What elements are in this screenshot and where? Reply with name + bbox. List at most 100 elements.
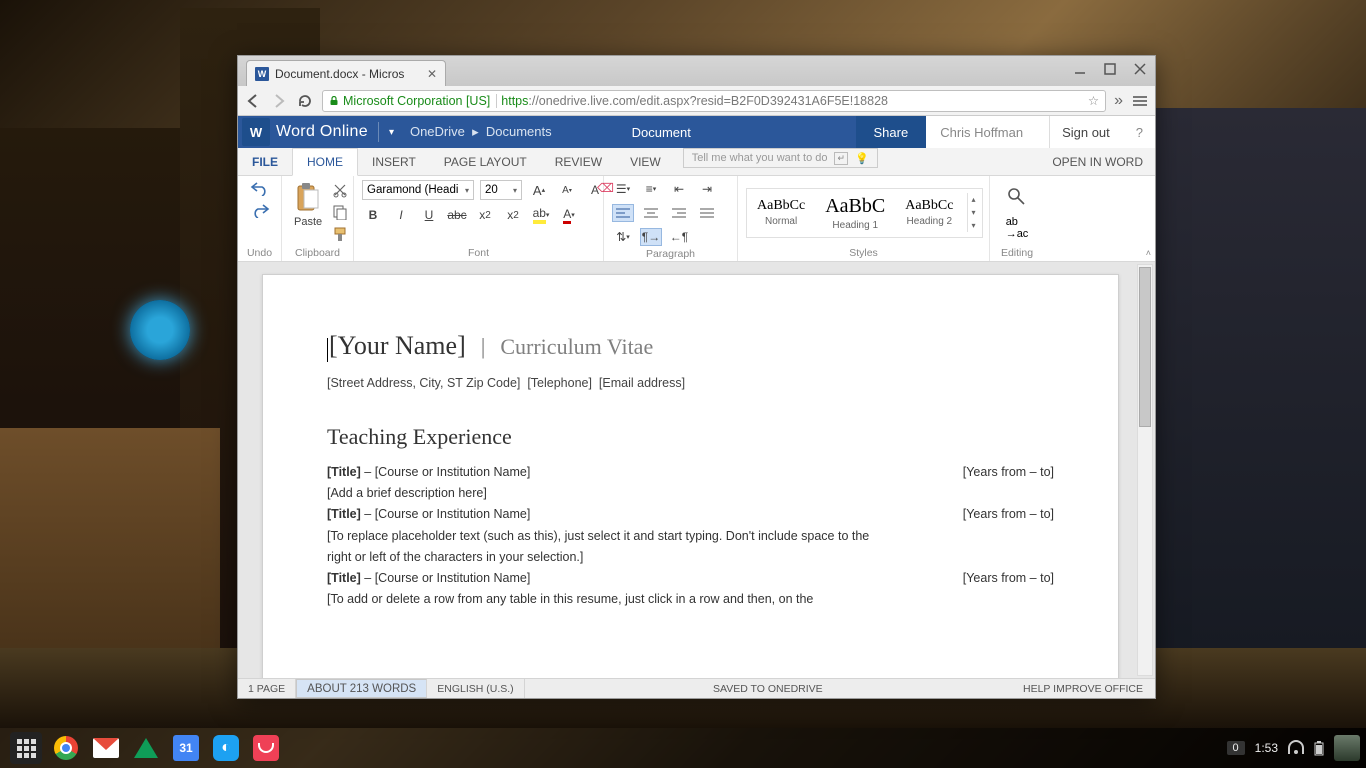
tab-review[interactable]: REVIEW bbox=[541, 148, 616, 175]
app-launcher-button[interactable] bbox=[10, 732, 42, 764]
circle-app-icon[interactable]: ◐ bbox=[210, 732, 242, 764]
document-canvas[interactable]: [Your Name] | Curriculum Vitae [Street A… bbox=[238, 262, 1155, 678]
bookmark-star-icon[interactable]: ☆ bbox=[1088, 93, 1099, 108]
bold-button[interactable]: B bbox=[362, 206, 384, 224]
calendar-app-icon[interactable]: 31 bbox=[170, 732, 202, 764]
cv-entry[interactable]: [Title] – [Course or Institution Name] [… bbox=[327, 504, 1054, 525]
share-button[interactable]: Share bbox=[856, 116, 927, 148]
open-in-word-button[interactable]: OPEN IN WORD bbox=[1040, 148, 1155, 175]
wifi-icon[interactable] bbox=[1288, 742, 1304, 754]
ev-cert-chip[interactable]: Microsoft Corporation [US] bbox=[329, 94, 497, 108]
status-language[interactable]: ENGLISH (U.S.) bbox=[427, 679, 524, 698]
subscript-button[interactable]: x2 bbox=[474, 206, 496, 224]
minimize-button[interactable] bbox=[1071, 60, 1089, 78]
breadcrumb-onedrive[interactable]: OneDrive bbox=[410, 124, 465, 139]
ltr-button[interactable]: ¶→ bbox=[640, 228, 662, 246]
rtl-button[interactable]: ←¶ bbox=[668, 228, 690, 246]
tab-home[interactable]: HOME bbox=[292, 148, 358, 176]
tab-insert[interactable]: INSERT bbox=[358, 148, 430, 175]
style-normal[interactable]: AaBbCc Normal bbox=[751, 196, 811, 229]
strikethrough-button[interactable]: abc bbox=[446, 206, 468, 224]
word-logo-icon[interactable]: W bbox=[242, 118, 270, 146]
increase-indent-button[interactable]: ⇥ bbox=[696, 180, 718, 198]
sign-out-link[interactable]: Sign out bbox=[1049, 116, 1124, 148]
format-painter-button[interactable] bbox=[332, 226, 348, 242]
address-bar[interactable]: Microsoft Corporation [US] https://onedr… bbox=[322, 90, 1106, 112]
align-right-button[interactable] bbox=[668, 204, 690, 222]
group-label-paragraph: Paragraph bbox=[612, 246, 729, 260]
cv-entry-desc[interactable]: [To replace placeholder text (such as th… bbox=[327, 526, 887, 569]
copy-button[interactable] bbox=[332, 204, 348, 220]
tab-view[interactable]: VIEW bbox=[616, 148, 675, 175]
help-button[interactable]: ? bbox=[1124, 116, 1155, 148]
reload-button[interactable] bbox=[296, 92, 314, 110]
clock[interactable]: 1:53 bbox=[1255, 741, 1278, 755]
styles-gallery[interactable]: AaBbCc Normal AaBbC Heading 1 AaBbCc Hea… bbox=[746, 188, 983, 238]
align-center-button[interactable] bbox=[640, 204, 662, 222]
style-heading2[interactable]: AaBbCc Heading 2 bbox=[899, 196, 959, 229]
italic-button[interactable]: I bbox=[390, 206, 412, 224]
drive-app-icon[interactable] bbox=[130, 732, 162, 764]
line-spacing-button[interactable]: ⇅▾ bbox=[612, 228, 634, 246]
font-size-select[interactable]: 20▾ bbox=[480, 180, 522, 200]
user-avatar[interactable] bbox=[1334, 735, 1360, 761]
grow-font-button[interactable]: A▴ bbox=[528, 181, 550, 199]
numbering-button[interactable]: ≡▾ bbox=[640, 180, 662, 198]
status-page-count[interactable]: 1 PAGE bbox=[238, 679, 296, 698]
superscript-button[interactable]: x2 bbox=[502, 206, 524, 224]
decrease-indent-button[interactable]: ⇤ bbox=[668, 180, 690, 198]
styles-more-button[interactable]: ▴▾▾ bbox=[967, 193, 978, 232]
browser-tab[interactable]: W Document.docx - Micros ✕ bbox=[246, 60, 446, 86]
vertical-scrollbar[interactable] bbox=[1137, 264, 1153, 676]
paste-button[interactable]: Paste bbox=[290, 180, 326, 230]
tell-me-input[interactable]: Tell me what you want to do ↵ 💡 bbox=[683, 148, 878, 168]
cv-entry[interactable]: [Title] – [Course or Institution Name] [… bbox=[327, 568, 1054, 589]
font-color-button[interactable]: A▾ bbox=[558, 206, 580, 224]
cv-section-heading[interactable]: Teaching Experience bbox=[327, 424, 1054, 450]
highlight-button[interactable]: ab▾ bbox=[530, 206, 552, 224]
font-name-select[interactable]: Garamond (Headi▾ bbox=[362, 180, 474, 200]
maximize-button[interactable] bbox=[1101, 60, 1119, 78]
redo-button[interactable] bbox=[250, 202, 270, 218]
undo-button[interactable] bbox=[250, 180, 270, 196]
document-name[interactable]: Document bbox=[632, 125, 691, 140]
gmail-app-icon[interactable] bbox=[90, 732, 122, 764]
underline-button[interactable]: U bbox=[418, 206, 440, 224]
collapse-ribbon-icon[interactable]: ˄ bbox=[1146, 248, 1151, 258]
status-feedback-link[interactable]: HELP IMPROVE OFFICE bbox=[1011, 683, 1155, 695]
cv-entry-desc[interactable]: [Add a brief description here] bbox=[327, 483, 887, 504]
page[interactable]: [Your Name] | Curriculum Vitae [Street A… bbox=[262, 274, 1119, 678]
scrollbar-thumb[interactable] bbox=[1139, 267, 1151, 427]
tab-file[interactable]: FILE bbox=[238, 148, 292, 175]
close-window-button[interactable] bbox=[1131, 60, 1149, 78]
tab-close-icon[interactable]: ✕ bbox=[427, 67, 437, 81]
cut-button[interactable] bbox=[332, 182, 348, 198]
system-tray[interactable]: 0 1:53 bbox=[1227, 735, 1360, 761]
shrink-font-button[interactable]: A▾ bbox=[556, 181, 578, 199]
back-button[interactable] bbox=[244, 92, 262, 110]
align-left-button[interactable] bbox=[612, 204, 634, 222]
user-name[interactable]: Chris Hoffman bbox=[926, 116, 1037, 148]
chrome-menu-button[interactable] bbox=[1131, 92, 1149, 110]
replace-button[interactable]: ab→ac bbox=[1006, 216, 1029, 240]
find-button[interactable] bbox=[1006, 186, 1028, 208]
bullets-button[interactable]: ☰▾ bbox=[612, 180, 634, 198]
cv-entry-desc[interactable]: [To add or delete a row from any table i… bbox=[327, 589, 887, 610]
breadcrumb-documents[interactable]: Documents bbox=[486, 124, 552, 139]
justify-button[interactable] bbox=[696, 204, 718, 222]
forward-button[interactable] bbox=[270, 92, 288, 110]
cv-entry[interactable]: [Title] – [Course or Institution Name] [… bbox=[327, 462, 1054, 483]
extensions-overflow-icon[interactable]: » bbox=[1114, 92, 1123, 110]
cv-contact-line[interactable]: [Street Address, City, ST Zip Code] [Tel… bbox=[327, 376, 1054, 390]
chrome-app-icon[interactable] bbox=[50, 732, 82, 764]
header-chevron-icon[interactable]: ▾ bbox=[389, 127, 394, 138]
tab-page-layout[interactable]: PAGE LAYOUT bbox=[430, 148, 541, 175]
cv-subtitle[interactable]: Curriculum Vitae bbox=[500, 334, 653, 359]
status-word-count[interactable]: ABOUT 213 WORDS bbox=[296, 679, 427, 698]
notification-count[interactable]: 0 bbox=[1227, 741, 1245, 755]
style-heading1[interactable]: AaBbC Heading 1 bbox=[819, 193, 891, 233]
clear-formatting-button[interactable]: A⌫ bbox=[584, 181, 606, 199]
pocket-app-icon[interactable] bbox=[250, 732, 282, 764]
battery-icon[interactable] bbox=[1314, 740, 1324, 756]
cv-name[interactable]: [Your Name] bbox=[329, 331, 466, 360]
